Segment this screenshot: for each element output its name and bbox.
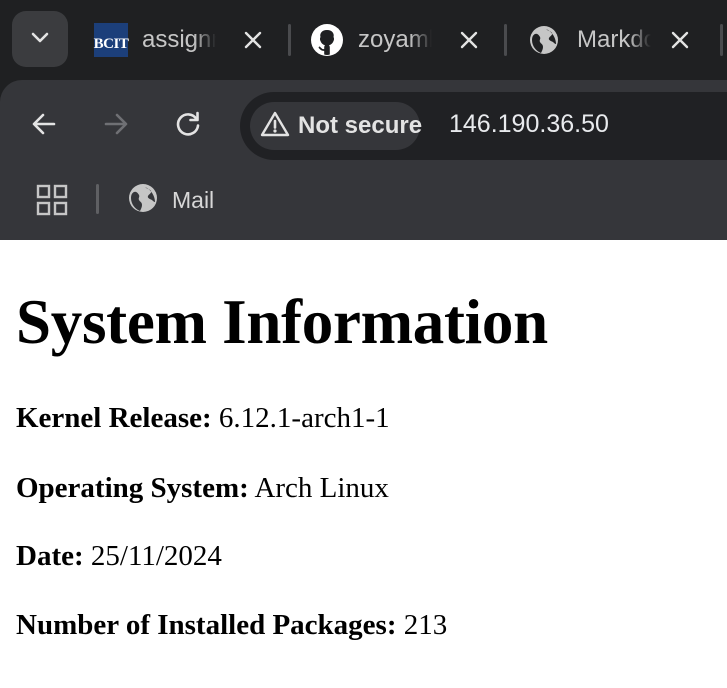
tab-zoyambulov[interactable]: zoyambulov	[310, 14, 484, 66]
back-button[interactable]	[22, 104, 66, 148]
browser-toolbar: Not secure 146.190.36.50 Mail	[0, 80, 727, 240]
tab-separator	[720, 24, 723, 56]
close-icon[interactable]	[665, 25, 695, 55]
security-chip[interactable]: Not secure	[250, 102, 423, 150]
bookmark-separator	[96, 184, 99, 214]
reload-icon	[174, 110, 202, 143]
operating-system-line: Operating System: Arch Linux	[16, 472, 389, 505]
chevron-down-icon	[29, 26, 51, 53]
date-line: Date: 25/11/2024	[16, 540, 222, 573]
forward-button[interactable]	[94, 104, 138, 148]
tab-title: zoyambulov	[358, 26, 432, 53]
arrow-left-icon	[30, 110, 58, 143]
tab-separator	[504, 24, 507, 56]
tab-assignment[interactable]: BCIT assignment	[94, 14, 268, 66]
page-title: System Information	[16, 287, 548, 357]
field-value: Arch Linux	[254, 472, 389, 504]
field-value: 6.12.1-arch1-1	[218, 402, 390, 434]
globe-icon	[527, 23, 561, 57]
tab-strip: BCIT assignment zoyambulov	[0, 0, 727, 80]
field-label: Number of Installed Packages:	[16, 609, 397, 641]
field-value: 25/11/2024	[90, 540, 222, 572]
close-icon[interactable]	[454, 25, 484, 55]
page-content: System Information Kernel Release: 6.12.…	[0, 240, 727, 688]
apps-grid-icon[interactable]	[36, 184, 68, 216]
kernel-release-line: Kernel Release: 6.12.1-arch1-1	[16, 402, 390, 435]
reload-button[interactable]	[166, 104, 210, 148]
arrow-right-icon	[102, 110, 130, 143]
field-value: 213	[403, 609, 448, 641]
github-icon	[310, 23, 344, 57]
tab-title: assignment	[142, 26, 216, 53]
close-icon[interactable]	[238, 25, 268, 55]
globe-icon	[128, 183, 158, 218]
tab-markdown[interactable]: Markdown	[527, 14, 695, 66]
url-text[interactable]: 146.190.36.50	[449, 110, 609, 139]
field-label: Date:	[16, 540, 84, 572]
bookmark-mail[interactable]: Mail	[128, 182, 214, 218]
tab-separator	[288, 24, 291, 56]
bookmark-label: Mail	[172, 186, 215, 213]
tab-search-button[interactable]	[12, 11, 68, 67]
bcit-logo-icon: BCIT	[94, 23, 129, 57]
field-label: Kernel Release:	[16, 402, 212, 434]
security-label: Not secure	[298, 112, 423, 139]
warning-icon	[260, 110, 290, 143]
installed-packages-line: Number of Installed Packages: 213	[16, 609, 447, 642]
tab-title: Markdown	[577, 26, 651, 53]
field-label: Operating System:	[16, 472, 249, 504]
address-bar[interactable]: Not secure 146.190.36.50	[240, 92, 727, 160]
